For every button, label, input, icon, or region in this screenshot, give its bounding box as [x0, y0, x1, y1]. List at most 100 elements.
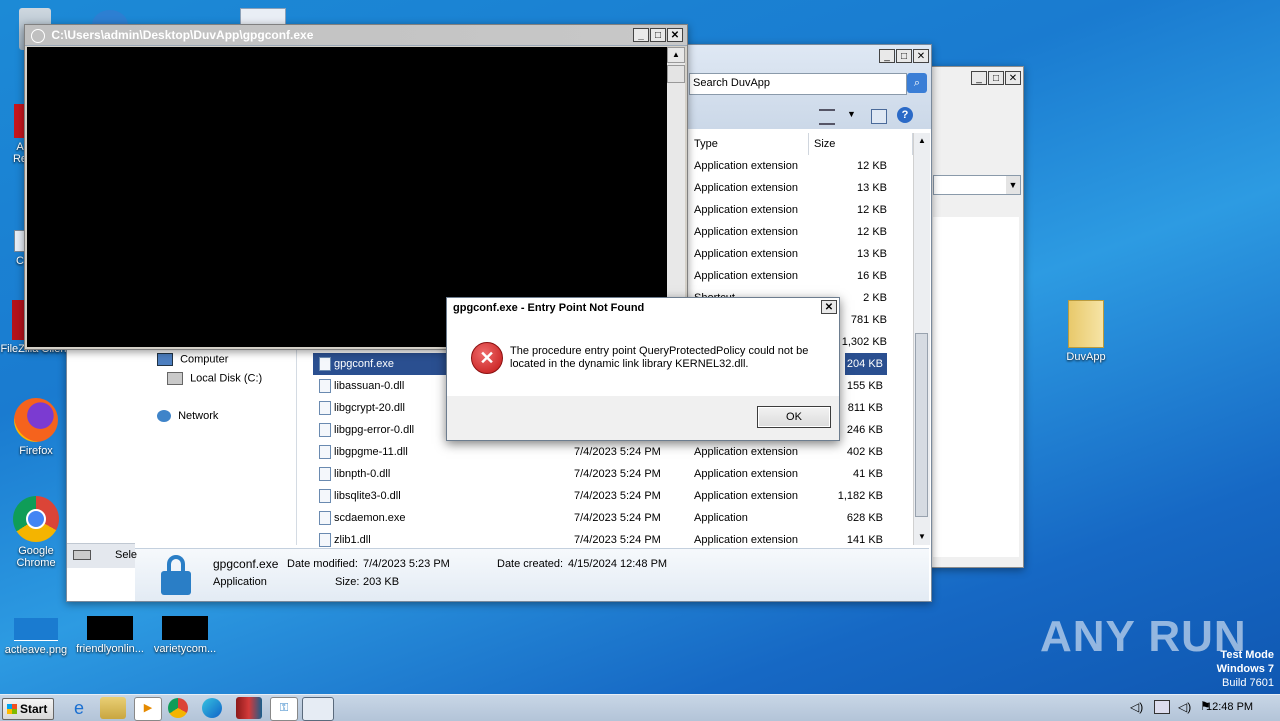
- chevron-down-icon[interactable]: ▼: [847, 109, 856, 119]
- file-size: 12 KB: [857, 226, 887, 238]
- help-icon[interactable]: ?: [897, 107, 913, 123]
- window-controls: _ □ ✕: [633, 28, 683, 42]
- file-row[interactable]: libgpgme-11.dll 7/4/2023 5:24 PM Applicati…: [313, 441, 887, 463]
- desktop-icon-friendlyonline[interactable]: friendlyonlin...: [75, 616, 145, 655]
- file-size: 628 KB: [846, 512, 883, 524]
- media-player-icon[interactable]: ▶: [134, 697, 162, 721]
- search-input[interactable]: Search DuvApp: [693, 77, 770, 89]
- file-row[interactable]: Application extension 12 KB: [689, 155, 913, 177]
- chrome-icon: [13, 496, 59, 542]
- file-size: 246 KB: [846, 424, 883, 436]
- ok-button[interactable]: OK: [757, 406, 831, 428]
- file-row[interactable]: Application extension 13 KB: [689, 243, 913, 265]
- column-header-size[interactable]: Size: [809, 133, 913, 155]
- network-tray-icon[interactable]: [1154, 700, 1170, 714]
- close-button[interactable]: ✕: [913, 49, 929, 63]
- ie-icon[interactable]: e: [66, 697, 92, 719]
- nav-item-network[interactable]: Network: [157, 410, 218, 423]
- search-icon[interactable]: ⌕: [907, 73, 927, 93]
- gpg-taskbar-icon[interactable]: ⚿: [270, 697, 298, 721]
- column-header-type[interactable]: Type: [689, 133, 809, 155]
- nav-item-computer[interactable]: Computer: [157, 353, 228, 366]
- content-pane: [933, 217, 1019, 557]
- minimize-button[interactable]: _: [879, 49, 895, 63]
- winrar-icon[interactable]: [236, 697, 262, 719]
- scroll-down-arrow[interactable]: ▼: [914, 529, 930, 545]
- exe-file-icon: [319, 357, 331, 371]
- maximize-button[interactable]: □: [650, 28, 666, 42]
- error-dialog[interactable]: gpgconf.exe - Entry Point Not Found ✕ ✕ …: [446, 297, 840, 441]
- explorer-icon[interactable]: [100, 697, 126, 719]
- start-button[interactable]: Start: [2, 698, 54, 720]
- chevron-down-icon[interactable]: ▼: [1006, 176, 1020, 194]
- left-status-strip: Sele: [67, 543, 138, 568]
- desktop-icon-varietycom[interactable]: varietycom...: [150, 616, 220, 655]
- chrome-taskbar-icon[interactable]: [168, 698, 188, 718]
- volume-icon[interactable]: ◁): [1178, 700, 1191, 714]
- file-type: Application extension: [694, 248, 798, 260]
- file-row[interactable]: Application extension 16 KB: [689, 265, 913, 287]
- file-row[interactable]: Application extension 12 KB: [689, 221, 913, 243]
- exe-file-icon: [319, 511, 331, 525]
- scroll-thumb[interactable]: [667, 65, 685, 83]
- address-dropdown[interactable]: ▼: [933, 175, 1021, 195]
- file-type: Application extension: [694, 204, 798, 216]
- speaker-icon[interactable]: ◁): [1130, 700, 1143, 714]
- column-header-label: Size: [814, 138, 836, 150]
- details-pane: gpgconf.exe Date modified: 7/4/2023 5:23…: [135, 548, 929, 601]
- nav-item-local-disk[interactable]: Local Disk (C:): [167, 372, 262, 385]
- status-text: Sele: [115, 549, 138, 561]
- maximize-button[interactable]: □: [896, 49, 912, 63]
- minimize-button[interactable]: _: [971, 71, 987, 85]
- dialog-title: gpgconf.exe - Entry Point Not Found: [453, 302, 645, 314]
- file-type: Application extension: [694, 182, 798, 194]
- details-size-label: Size:: [335, 576, 360, 588]
- edge-icon[interactable]: [202, 698, 222, 718]
- scroll-up-arrow[interactable]: ▲: [914, 133, 930, 149]
- file-row[interactable]: scdaemon.exe 7/4/2023 5:24 PM Application 6…: [313, 507, 887, 529]
- maximize-button[interactable]: □: [988, 71, 1004, 85]
- ok-button-label: OK: [786, 411, 802, 423]
- console-titlebar[interactable]: C:\Users\admin\Desktop\DuvApp\gpgconf.ex…: [25, 25, 687, 46]
- file-size: 204 KB: [846, 358, 883, 370]
- scroll-up-arrow[interactable]: ▲: [667, 47, 685, 63]
- search-box[interactable]: Search DuvApp: [689, 73, 907, 95]
- desktop-icon-label: C: [16, 255, 24, 267]
- file-size: 155 KB: [846, 380, 883, 392]
- file-row[interactable]: Application extension 12 KB: [689, 199, 913, 221]
- close-button[interactable]: ✕: [667, 28, 683, 42]
- desktop-icon-duvapp[interactable]: DuvApp: [1051, 300, 1121, 363]
- close-button[interactable]: ✕: [821, 300, 837, 314]
- file-type: Application extension: [694, 160, 798, 172]
- file-row[interactable]: Application extension 13 KB: [689, 177, 913, 199]
- file-size: 12 KB: [857, 160, 887, 172]
- scrollbar[interactable]: ▲ ▼: [913, 133, 930, 545]
- preview-pane-icon[interactable]: [871, 109, 887, 124]
- desktop-icon-chrome[interactable]: Google Chrome: [1, 496, 71, 569]
- desktop-icon-label: varietycom...: [153, 643, 217, 655]
- drive-status-icon: [73, 550, 91, 560]
- view-options-icon[interactable]: [819, 109, 835, 125]
- thumbnail-icon: [162, 616, 208, 640]
- console-taskbar-icon[interactable]: [302, 697, 334, 721]
- console-icon: [31, 28, 45, 43]
- explorer-window-back[interactable]: _ □ ✕ ▼: [930, 66, 1024, 568]
- dll-file-icon: [319, 445, 331, 459]
- desktop-icon-label: Firefox: [19, 445, 53, 457]
- drive-icon: [167, 372, 183, 385]
- desktop-icon-firefox[interactable]: Firefox: [1, 398, 71, 457]
- dll-file-icon: [319, 423, 331, 437]
- minimize-button[interactable]: _: [633, 28, 649, 42]
- desktop-icon-actleave[interactable]: actleave.png: [1, 618, 71, 656]
- file-row[interactable]: libsqlite3-0.dll 7/4/2023 5:24 PM Applicat…: [313, 485, 887, 507]
- details-date-modified-label: Date modified:: [287, 558, 358, 570]
- desktop-icon-label: DuvApp: [1066, 351, 1106, 363]
- dialog-titlebar[interactable]: gpgconf.exe - Entry Point Not Found ✕: [447, 298, 839, 318]
- file-date: 7/4/2023 5:24 PM: [574, 468, 661, 480]
- os-name-line: Windows 7: [1216, 663, 1274, 675]
- file-row[interactable]: libnpth-0.dll 7/4/2023 5:24 PM Application…: [313, 463, 887, 485]
- clock[interactable]: 12:48 PM: [1206, 701, 1253, 713]
- file-type: Application extension: [694, 226, 798, 238]
- scroll-thumb[interactable]: [915, 333, 928, 517]
- close-button[interactable]: ✕: [1005, 71, 1021, 85]
